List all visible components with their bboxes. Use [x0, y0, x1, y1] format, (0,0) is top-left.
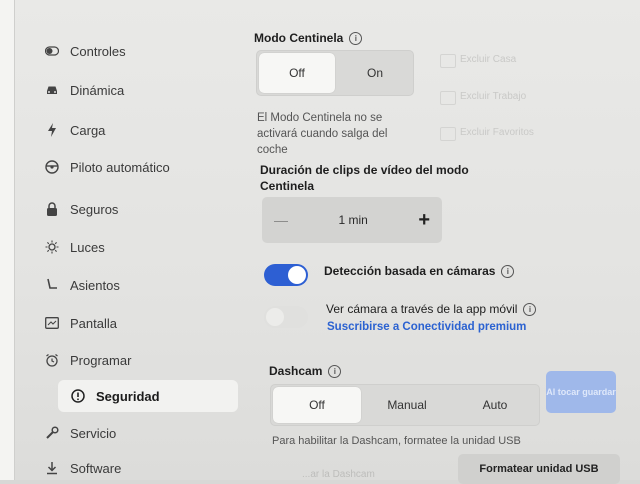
sidebar-item-label: Servicio: [70, 425, 117, 441]
light-icon: [44, 239, 60, 255]
camera-detection-label-text: Detección basada en cámaras: [324, 264, 496, 278]
sidebar-item-luces[interactable]: Luces: [44, 233, 105, 261]
sidebar-item-label: Software: [70, 460, 122, 476]
dashcam-note: Para habilitar la Dashcam, formatee la u…: [272, 435, 521, 447]
display-icon: [44, 315, 60, 331]
exclude-work-checkbox[interactable]: [440, 91, 456, 105]
dashcam-faded-text: ...ar la Dashcam: [302, 469, 375, 480]
clip-duration-stepper: — 1 min +: [262, 197, 442, 243]
app-camera-label: Ver cámara a través de la app móvil i: [326, 302, 537, 317]
wrench-icon: [44, 425, 60, 441]
dashcam-manual-option[interactable]: Manual: [363, 385, 451, 425]
exclude-work-label: Excluir Trabajo: [460, 91, 527, 102]
sidebar-item-label: Luces: [70, 239, 105, 255]
sidebar-item-programar[interactable]: Programar: [44, 346, 131, 374]
save-on-tap-button[interactable]: Al tocar guardar: [546, 371, 616, 413]
exclude-home-label: Excluir Casa: [460, 54, 517, 65]
info-icon[interactable]: i: [328, 365, 342, 379]
exclude-home-checkbox[interactable]: [440, 54, 456, 68]
camera-detection-toggle[interactable]: [264, 264, 308, 286]
toggle-icon: [44, 43, 60, 59]
sentry-mode-title: Modo Centinela i: [254, 31, 363, 46]
app-camera-toggle[interactable]: [264, 306, 308, 328]
screen: Controles Dinámica Carga Piloto automáti…: [0, 0, 640, 484]
alert-circle-icon: [70, 388, 86, 404]
sentry-off-option[interactable]: Off: [259, 53, 335, 93]
sidebar-item-label: Seguridad: [96, 388, 160, 404]
sentry-note: El Modo Centinela no se activará cuando …: [257, 112, 388, 156]
seat-icon: [44, 277, 60, 293]
dashcam-title: Dashcam i: [269, 364, 342, 379]
app-camera-label-text: Ver cámara a través de la app móvil: [326, 302, 518, 316]
decrease-button[interactable]: —: [274, 212, 288, 228]
dashcam-title-text: Dashcam: [269, 364, 323, 378]
sidebar-item-label: Programar: [70, 352, 132, 368]
info-icon[interactable]: i: [501, 265, 515, 279]
sidebar-item-label: Dinámica: [70, 82, 125, 98]
alarm-clock-icon: [44, 352, 60, 368]
sidebar-item-label: Controles: [70, 43, 126, 59]
toggle-knob: [288, 266, 306, 284]
clip-duration-title: Duración de clips de vídeo del modo Cent…: [260, 163, 469, 193]
sidebar-item-carga[interactable]: Carga: [44, 116, 105, 144]
sidebar-item-seguros[interactable]: Seguros: [44, 195, 118, 223]
sidebar-item-controles[interactable]: Controles: [44, 37, 126, 65]
sidebar-item-label: Asientos: [70, 277, 120, 293]
sidebar-item-servicio[interactable]: Servicio: [44, 419, 116, 447]
screen-bezel: [0, 0, 15, 480]
security-settings-panel: Modo Centinela i Off On Excluir Casa Excl…: [244, 0, 640, 484]
steering-wheel-icon: [44, 159, 60, 175]
exclude-favorites-label: Excluir Favoritos: [460, 127, 534, 138]
sidebar-item-dinamica[interactable]: Dinámica: [44, 76, 124, 104]
exclude-favorites-checkbox[interactable]: [440, 127, 456, 141]
dashcam-off-option[interactable]: Off: [273, 387, 361, 423]
info-icon[interactable]: i: [523, 303, 537, 317]
sentry-on-option[interactable]: On: [337, 51, 413, 95]
lock-icon: [44, 201, 60, 217]
sidebar-item-label: Piloto automático: [70, 159, 170, 175]
sidebar-item-piloto[interactable]: Piloto automático: [44, 153, 170, 181]
camera-detection-label: Detección basada en cámaras i: [324, 264, 515, 279]
sidebar-item-label: Seguros: [70, 201, 119, 217]
clip-duration-value: 1 min: [338, 213, 368, 227]
info-icon[interactable]: i: [349, 32, 363, 46]
sidebar-item-pantalla[interactable]: Pantalla: [44, 309, 117, 337]
car-icon: [44, 82, 60, 98]
sidebar-item-software[interactable]: Software: [44, 454, 121, 482]
increase-button[interactable]: +: [418, 209, 430, 232]
download-icon: [44, 460, 60, 476]
sidebar-item-label: Pantalla: [70, 315, 117, 331]
dashcam-mode-selector: Off Manual Auto: [270, 384, 540, 426]
sentry-mode-selector: Off On: [256, 50, 414, 96]
lightning-icon: [44, 122, 60, 138]
toggle-knob: [266, 308, 284, 326]
sidebar-item-label: Carga: [70, 122, 106, 138]
sentry-mode-title-text: Modo Centinela: [254, 31, 344, 45]
dashcam-auto-option[interactable]: Auto: [451, 385, 539, 425]
sidebar-item-asientos[interactable]: Asientos: [44, 271, 120, 299]
sidebar-item-seguridad[interactable]: Seguridad: [58, 380, 238, 412]
premium-connectivity-link[interactable]: Suscribirse a Conectividad premium: [327, 321, 526, 333]
sidebar: Controles Dinámica Carga Piloto automáti…: [14, 0, 244, 480]
